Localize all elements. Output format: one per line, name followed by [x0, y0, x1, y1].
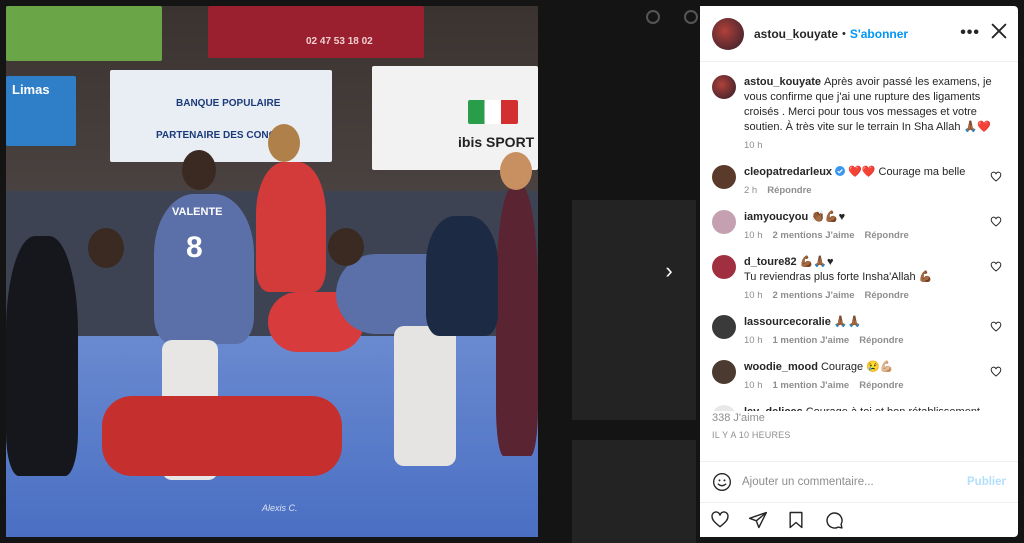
ad-text: Limas: [12, 82, 50, 97]
player-legs: [394, 326, 456, 466]
next-post-arrow[interactable]: ›: [657, 259, 681, 283]
person-head: [88, 228, 124, 268]
comment-item: cleopatredarleux ❤️❤️ Courage ma belle 2 …: [712, 165, 1006, 198]
player-head: [268, 124, 300, 162]
comment-likes[interactable]: 1 mention J'aime: [773, 380, 850, 391]
comment-bubble-icon[interactable]: [824, 510, 844, 530]
comment-time: 10 h: [744, 380, 763, 391]
share-send-icon[interactable]: [748, 510, 768, 530]
comment-text: 🙏🏾🙏🏾: [833, 316, 862, 328]
reply-button[interactable]: Répondre: [864, 290, 908, 301]
comment-text: ❤️❤️ Courage ma belle: [848, 166, 966, 178]
comment-time: 10 h: [744, 230, 763, 241]
commenter-avatar[interactable]: [712, 165, 736, 189]
commenter-avatar[interactable]: [712, 255, 736, 279]
flag-graphic: [468, 100, 518, 124]
player-figure: [256, 162, 326, 292]
bg-nav-icon: [684, 10, 698, 24]
comment-likes[interactable]: 1 mention J'aime: [773, 335, 850, 346]
player-figure: [496, 186, 538, 456]
more-options-icon[interactable]: •••: [960, 24, 980, 42]
ad-board: [208, 6, 424, 58]
emoji-icon[interactable]: [712, 472, 732, 492]
comment-text: 👏🏾💪🏾♥: [811, 211, 846, 223]
photo-watermark: Alexis C.: [262, 503, 298, 513]
post-photo[interactable]: 02 47 53 18 02 Limas BANQUE POPULAIRE PA…: [6, 6, 538, 537]
separator-dot: •: [842, 27, 846, 40]
comment-item: lassourcecoralie 🙏🏾🙏🏾 10 h 1 mention J'aim…: [712, 315, 1006, 348]
comment-text: Courage 😢💪🏼: [820, 361, 894, 373]
commenter-username[interactable]: lassourcecoralie: [744, 316, 831, 328]
comment-time: 10 h: [744, 290, 763, 301]
comment-like-heart-icon[interactable]: [990, 171, 1002, 183]
comment-like-heart-icon[interactable]: [990, 321, 1002, 333]
commenter-username[interactable]: iamyoucyou: [744, 211, 808, 223]
reply-button[interactable]: Répondre: [767, 185, 811, 196]
follow-button[interactable]: S'abonner: [850, 27, 908, 41]
commenter-username[interactable]: ley_delices: [744, 406, 803, 411]
commenter-avatar[interactable]: [712, 405, 736, 411]
comment-item: woodie_mood Courage 😢💪🏼 10 h 1 mention J'a…: [712, 360, 1006, 393]
reply-button[interactable]: Répondre: [864, 230, 908, 241]
ad-text: PARTENAIRE DES CONQU: [156, 130, 284, 141]
ad-text: BANQUE POPULAIRE: [176, 98, 281, 109]
commenter-avatar[interactable]: [712, 315, 736, 339]
comment-item: d_toure82 💪🏾🙏🏾♥ Tu reviendras plus forte …: [712, 255, 1006, 303]
feed-tile: [572, 200, 696, 420]
verified-badge-icon: [835, 166, 846, 176]
comment-likes[interactable]: 2 mentions J'aime: [773, 290, 855, 301]
ad-board: [6, 6, 162, 61]
caption-username[interactable]: astou_kouyate: [744, 76, 821, 88]
reply-button[interactable]: Répondre: [859, 335, 903, 346]
post-side-panel: astou_kouyate • S'abonner ••• astou_kouy…: [700, 6, 1018, 537]
caption-avatar[interactable]: [712, 75, 736, 99]
add-comment-bar: Publier: [700, 461, 1018, 501]
comment-time: 10 h: [744, 335, 763, 346]
post-header: astou_kouyate • S'abonner •••: [700, 6, 1018, 62]
commenter-username[interactable]: cleopatredarleux: [744, 166, 832, 178]
comment-time: 2 h: [744, 185, 758, 196]
feed-tile: [572, 440, 696, 543]
close-icon[interactable]: [988, 20, 1010, 42]
post-actions: [700, 502, 1018, 537]
comments-list[interactable]: astou_kouyate Après avoir passé les exame…: [700, 63, 1018, 411]
jersey-number: 8: [186, 231, 203, 264]
player-head: [328, 228, 364, 266]
post-caption: astou_kouyate Après avoir passé les exame…: [712, 75, 1006, 153]
comment-like-heart-icon[interactable]: [990, 261, 1002, 273]
author-username[interactable]: astou_kouyate: [754, 27, 838, 41]
commenter-avatar[interactable]: [712, 210, 736, 234]
bench-players: [426, 216, 498, 336]
reply-button[interactable]: Répondre: [859, 380, 903, 391]
person-figure: [6, 236, 78, 476]
author-avatar[interactable]: [712, 17, 744, 50]
comment-likes[interactable]: 2 mentions J'aime: [773, 230, 855, 241]
player-head: [500, 152, 532, 190]
injured-player: [102, 396, 342, 476]
comment-like-heart-icon[interactable]: [990, 216, 1002, 228]
ad-text: ibis SPORT: [458, 134, 535, 150]
like-heart-icon[interactable]: [710, 510, 730, 530]
commenter-avatar[interactable]: [712, 360, 736, 384]
jersey-name: VALENTE: [172, 206, 223, 218]
player-head: [182, 150, 216, 190]
post-stats: 338 J'aime IL Y A 10 HEURES: [712, 412, 791, 440]
ad-text: 02 47 53 18 02: [306, 36, 373, 47]
commenter-username[interactable]: woodie_mood: [744, 361, 818, 373]
comment-input[interactable]: [742, 475, 952, 488]
bg-nav-icon: [646, 10, 660, 24]
save-bookmark-icon[interactable]: [786, 510, 806, 530]
likes-count[interactable]: 338 J'aime: [712, 412, 791, 424]
publish-button[interactable]: Publier: [967, 476, 1006, 488]
comment-like-heart-icon[interactable]: [990, 366, 1002, 378]
caption-time: 10 h: [744, 140, 763, 151]
post-timestamp: IL Y A 10 HEURES: [712, 430, 791, 440]
comment-item: iamyoucyou 👏🏾💪🏾♥ 10 h 2 mentions J'aime Rép…: [712, 210, 1006, 243]
commenter-username[interactable]: d_toure82: [744, 256, 797, 268]
comment-item: ley_delicesCourage à toi et bon rétablis…: [712, 405, 1006, 411]
